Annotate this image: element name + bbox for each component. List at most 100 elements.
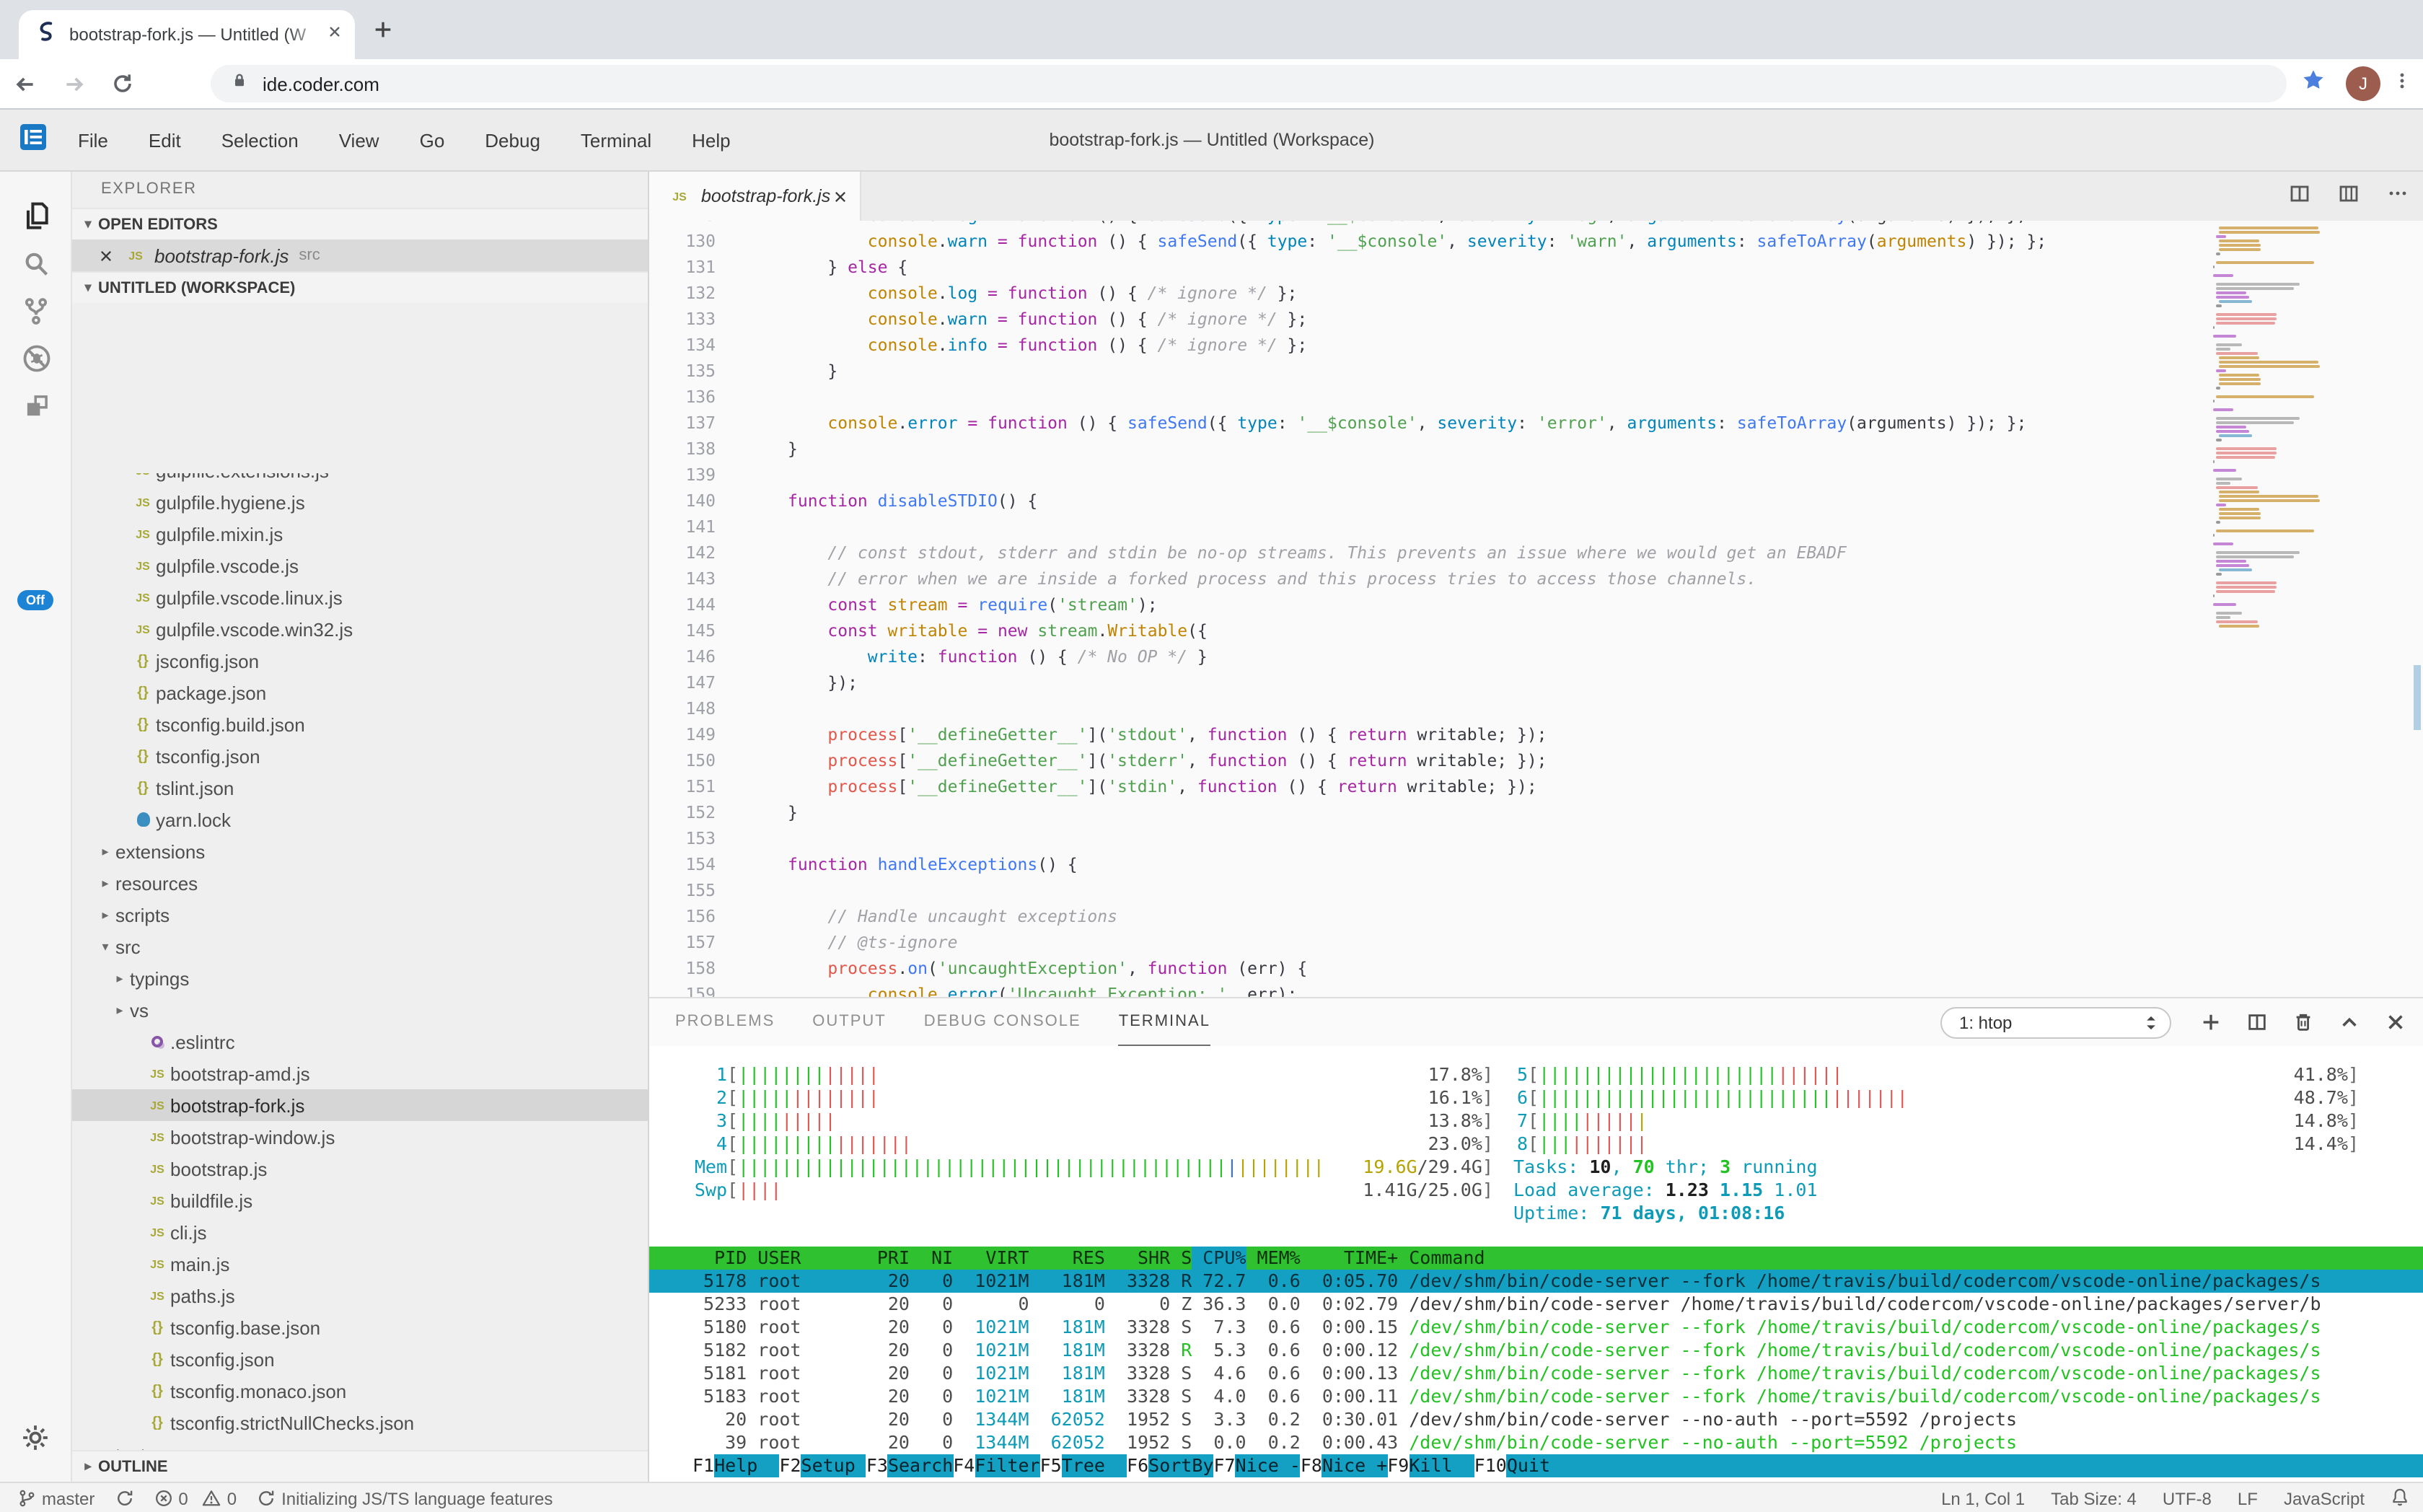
tree-item-resources[interactable]: ▸resources bbox=[72, 867, 648, 899]
tree-item-typings[interactable]: ▸typings bbox=[72, 962, 648, 994]
tree-item-bootstrap-amd.js[interactable]: JSbootstrap-amd.js bbox=[72, 1058, 648, 1089]
status-off-badge[interactable]: Off bbox=[17, 590, 53, 610]
close-icon[interactable] bbox=[832, 188, 848, 204]
close-panel-icon[interactable] bbox=[2385, 1011, 2406, 1033]
tree-item-bootstrap-fork.js[interactable]: JSbootstrap-fork.js bbox=[72, 1089, 648, 1121]
status-language-mode[interactable]: JavaScript bbox=[2284, 1488, 2365, 1508]
menu-edit[interactable]: Edit bbox=[128, 129, 201, 151]
language-status[interactable]: Initializing JS/TS language features bbox=[257, 1488, 553, 1508]
maximize-panel-icon[interactable] bbox=[2339, 1011, 2360, 1033]
section-open-editors[interactable]: ▾ OPEN EDITORS bbox=[72, 208, 648, 239]
section-outline[interactable]: ▸ OUTLINE bbox=[72, 1450, 648, 1482]
tree-item-gulpfile.extensions.js[interactable]: JSgulpfile.extensions.js bbox=[72, 473, 648, 486]
extensions-icon[interactable] bbox=[0, 382, 72, 430]
problems-indicator[interactable]: 0 0 bbox=[154, 1488, 237, 1508]
terminal-select[interactable]: 1: htop bbox=[1940, 1006, 2171, 1038]
branch-indicator[interactable]: master bbox=[17, 1488, 94, 1508]
process-row-5182[interactable]: 5182root2001021M181M3328R5.30.60:00.12/d… bbox=[649, 1339, 2423, 1362]
tree-item-cli.js[interactable]: JScli.js bbox=[72, 1216, 648, 1248]
status-tab-size[interactable]: Tab Size: 4 bbox=[2051, 1488, 2137, 1508]
settings-gear-icon[interactable] bbox=[19, 1421, 52, 1462]
fkey-f4[interactable]: F4 bbox=[953, 1454, 975, 1477]
process-row-5178[interactable]: 5178root2001021M181M3328R72.70.60:05.70/… bbox=[649, 1270, 2423, 1293]
menu-file[interactable]: File bbox=[58, 129, 128, 151]
menu-debug[interactable]: Debug bbox=[465, 129, 560, 151]
layout-icon[interactable] bbox=[2337, 181, 2360, 211]
tree-item-tsconfig.monaco.json[interactable]: {}tsconfig.monaco.json bbox=[72, 1375, 648, 1407]
more-actions-icon[interactable] bbox=[2386, 181, 2409, 211]
panel-tab-output[interactable]: OUTPUT bbox=[812, 998, 886, 1046]
section-workspace[interactable]: ▾ UNTITLED (WORKSPACE) bbox=[72, 271, 648, 303]
tree-item-tslint.json[interactable]: {}tslint.json bbox=[72, 772, 648, 804]
menu-selection[interactable]: Selection bbox=[201, 129, 319, 151]
tree-item-.eslintrc[interactable]: .eslintrc bbox=[72, 1026, 648, 1058]
fkey-f5[interactable]: F5 bbox=[1040, 1454, 1062, 1477]
tree-item-tsconfig.json[interactable]: {}tsconfig.json bbox=[72, 1343, 648, 1375]
menu-view[interactable]: View bbox=[319, 129, 400, 151]
col-header-s[interactable]: S bbox=[1170, 1247, 1192, 1270]
code-server-logo-icon[interactable] bbox=[20, 123, 46, 157]
col-header-mem%[interactable]: MEM% bbox=[1246, 1247, 1301, 1270]
fkey-f10[interactable]: F10 bbox=[1474, 1454, 1507, 1477]
avatar[interactable]: J bbox=[2346, 66, 2380, 101]
explorer-icon[interactable] bbox=[0, 192, 72, 239]
col-header-cpu%[interactable]: CPU% bbox=[1192, 1247, 1246, 1270]
tree-item-paths.js[interactable]: JSpaths.js bbox=[72, 1280, 648, 1311]
minimap[interactable] bbox=[2213, 227, 2300, 629]
forward-icon[interactable] bbox=[49, 71, 98, 96]
split-terminal-icon[interactable] bbox=[2246, 1011, 2268, 1033]
debug-disabled-icon[interactable] bbox=[0, 335, 72, 382]
process-row-5180[interactable]: 5180root2001021M181M3328S7.30.60:00.15/d… bbox=[649, 1316, 2423, 1339]
bell-icon[interactable] bbox=[2391, 1487, 2409, 1510]
tree-item-package.json[interactable]: {}package.json bbox=[72, 677, 648, 708]
col-header-user[interactable]: USER bbox=[747, 1247, 866, 1270]
tree-item-yarn.lock[interactable]: yarn.lock bbox=[72, 804, 648, 835]
tree-item-bootstrap-window.js[interactable]: JSbootstrap-window.js bbox=[72, 1121, 648, 1153]
process-row-5233[interactable]: 5233root200000Z36.30.00:02.79/dev/shm/bi… bbox=[649, 1293, 2423, 1316]
editor-tab[interactable]: JS bootstrap-fork.js bbox=[649, 172, 861, 221]
tree-item-tsconfig.json[interactable]: {}tsconfig.json bbox=[72, 740, 648, 772]
new-terminal-icon[interactable] bbox=[2200, 1011, 2222, 1033]
new-tab-icon[interactable] bbox=[372, 19, 394, 48]
split-editor-icon[interactable] bbox=[2288, 181, 2311, 211]
terminal-htop[interactable]: 1[|||||||||||||17.8%]2[|||||||||||||16.1… bbox=[649, 1046, 2423, 1482]
panel-tab-problems[interactable]: PROBLEMS bbox=[675, 998, 775, 1046]
reload-icon[interactable] bbox=[98, 72, 147, 95]
panel-tab-terminal[interactable]: TERMINAL bbox=[1119, 998, 1210, 1046]
tree-item-vs[interactable]: ▸vs bbox=[72, 994, 648, 1026]
tree-item-scripts[interactable]: ▸scripts bbox=[72, 899, 648, 931]
col-header-virt[interactable]: VIRT bbox=[953, 1247, 1029, 1270]
process-row-5181[interactable]: 5181root2001021M181M3328S4.60.60:00.13/d… bbox=[649, 1362, 2423, 1385]
tree-item-extensions[interactable]: ▸extensions bbox=[72, 835, 648, 867]
sync-button[interactable] bbox=[115, 1489, 133, 1508]
col-header-res[interactable]: RES bbox=[1029, 1247, 1105, 1270]
status-eol[interactable]: LF bbox=[2238, 1488, 2258, 1508]
fkey-f7[interactable]: F7 bbox=[1213, 1454, 1235, 1477]
fkey-f6[interactable]: F6 bbox=[1127, 1454, 1148, 1477]
fkey-f9[interactable]: F9 bbox=[1387, 1454, 1409, 1477]
tree-item-tsconfig.build.json[interactable]: {}tsconfig.build.json bbox=[72, 708, 648, 740]
process-row-39[interactable]: 39root2001344M620521952S0.00.20:00.43/de… bbox=[649, 1431, 2423, 1454]
col-header-command[interactable]: Command bbox=[1398, 1247, 2423, 1270]
tab-close-icon[interactable] bbox=[326, 22, 343, 48]
status-encoding[interactable]: UTF-8 bbox=[2163, 1488, 2212, 1508]
bookmark-star-icon[interactable] bbox=[2301, 68, 2326, 100]
col-header-time+[interactable]: TIME+ bbox=[1301, 1247, 1398, 1270]
col-header-shr[interactable]: SHR bbox=[1105, 1247, 1170, 1270]
menu-go[interactable]: Go bbox=[400, 129, 465, 151]
tree-item-gulpfile.vscode.js[interactable]: JSgulpfile.vscode.js bbox=[72, 550, 648, 581]
tree-item-gulpfile.vscode.linux.js[interactable]: JSgulpfile.vscode.linux.js bbox=[72, 581, 648, 613]
open-editor-item[interactable]: JS bootstrap-fork.js src bbox=[72, 239, 648, 271]
tree-item-tsconfig.strictNullChecks.json[interactable]: {}tsconfig.strictNullChecks.json bbox=[72, 1407, 648, 1438]
close-icon[interactable] bbox=[98, 247, 114, 263]
panel-tab-debug-console[interactable]: DEBUG CONSOLE bbox=[924, 998, 1081, 1046]
tree-item-gulpfile.hygiene.js[interactable]: JSgulpfile.hygiene.js bbox=[72, 486, 648, 518]
tree-item-gulpfile.vscode.win32.js[interactable]: JSgulpfile.vscode.win32.js bbox=[72, 613, 648, 645]
process-row-5183[interactable]: 5183root2001021M181M3328S4.00.60:00.11/d… bbox=[649, 1385, 2423, 1408]
tree-item-tsconfig.base.json[interactable]: {}tsconfig.base.json bbox=[72, 1311, 648, 1343]
tree-item-src[interactable]: ▾src bbox=[72, 931, 648, 962]
htop-table-header[interactable]: PIDUSERPRINIVIRTRESSHRSCPU%MEM%TIME+Comm… bbox=[649, 1247, 2423, 1270]
tree-item-bootstrap.js[interactable]: JSbootstrap.js bbox=[72, 1153, 648, 1184]
process-row-20[interactable]: 20root2001344M620521952S3.30.20:30.01/de… bbox=[649, 1408, 2423, 1431]
kebab-menu-icon[interactable] bbox=[2392, 70, 2412, 97]
